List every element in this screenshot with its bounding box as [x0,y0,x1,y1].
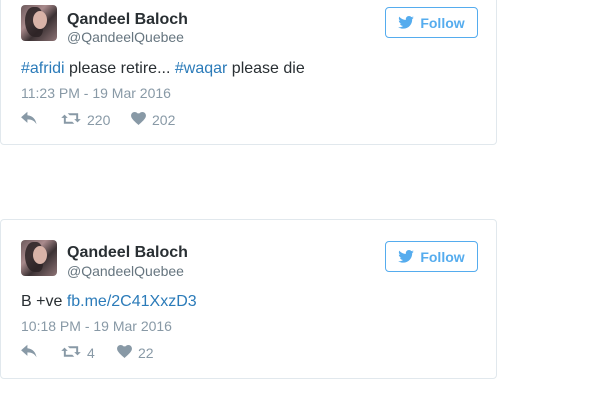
hashtag-link[interactable]: #waqar [175,60,227,77]
heart-icon [117,344,132,361]
heart-icon [131,111,146,128]
retweet-button[interactable]: 220 [61,112,131,128]
retweet-icon [61,345,81,361]
like-button[interactable]: 22 [117,344,154,361]
follow-button[interactable]: Follow [385,241,478,272]
author-name[interactable]: Qandeel Baloch [67,11,188,29]
twitter-bird-icon [398,16,415,29]
tweet-text-middle: please retire... [64,60,175,77]
avatar[interactable] [21,5,57,41]
tweet-timestamp[interactable]: 10:18 PM - 19 Mar 2016 [21,318,172,334]
url-link[interactable]: fb.me/2C41XxzD3 [67,293,197,310]
tweet-card: Qandeel Baloch @QandeelQuebee Follow #af… [0,0,497,145]
tweet-actions: 4 22 [21,344,154,361]
tweet-timestamp[interactable]: 11:23 PM - 19 Mar 2016 [21,85,171,101]
avatar[interactable] [21,240,57,276]
hashtag-link[interactable]: #afridi [21,60,65,77]
reply-icon [21,344,38,361]
author-handle[interactable]: @QandeelQuebee [67,263,184,279]
tweet-card: Qandeel Baloch @QandeelQuebee Follow B +… [0,219,497,379]
reply-icon [21,111,38,128]
author-handle[interactable]: @QandeelQuebee [67,29,184,45]
reply-button[interactable] [21,111,61,128]
retweet-icon [61,112,81,128]
author-name[interactable]: Qandeel Baloch [67,244,188,262]
follow-label: Follow [420,14,465,31]
follow-button[interactable]: Follow [385,7,478,38]
like-button[interactable]: 202 [131,111,176,128]
twitter-bird-icon [398,250,415,263]
retweet-count: 4 [87,344,95,361]
tweet-actions: 220 202 [21,111,175,128]
tweet-text: B +ve fb.me/2C41XxzD3 [21,292,197,312]
avatar-face [33,11,47,29]
like-count: 202 [152,111,176,128]
retweet-button[interactable]: 4 [61,345,117,361]
page: Qandeel Baloch @QandeelQuebee Follow #af… [0,0,591,414]
like-count: 22 [138,344,154,361]
follow-label: Follow [420,248,465,265]
tweet-text: #afridi please retire... #waqar please d… [21,59,305,79]
tweet-text-end: please die [227,60,305,77]
tweet-text-prefix: B +ve [21,293,67,310]
retweet-count: 220 [87,111,111,128]
reply-button[interactable] [21,344,61,361]
avatar-face [33,246,47,264]
